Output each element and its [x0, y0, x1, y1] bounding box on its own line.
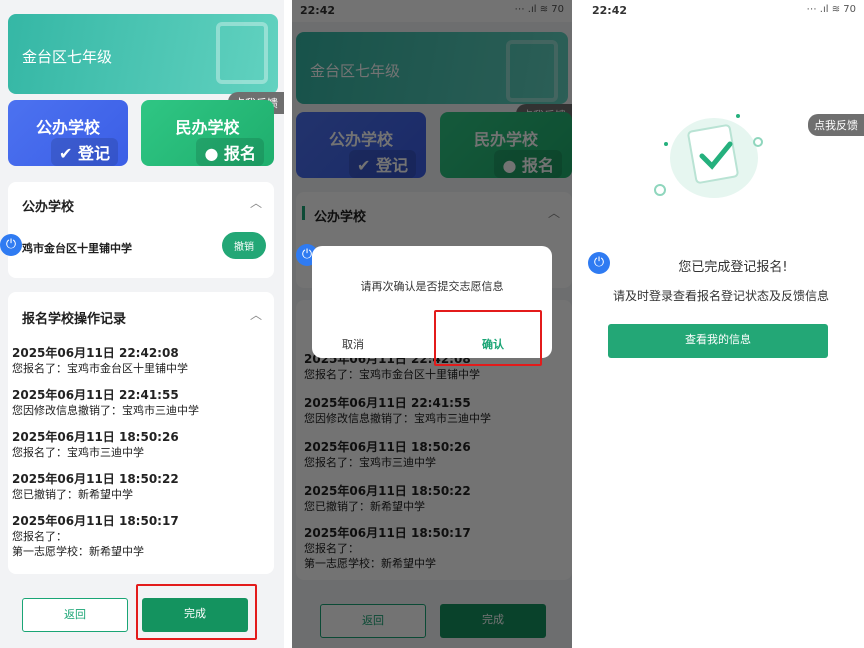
success-screen: 22:42 ⋯ .ıl ≋ 70 点我反馈 ⏻ 您已完成登记报名! 请及时登录查… [578, 0, 864, 648]
signal-wifi-battery-icon: ⋯ .ıl ≋ 70 [806, 4, 856, 15]
register-label: 登记 [77, 144, 110, 163]
check-icon: ✔ [59, 144, 73, 163]
back-button[interactable]: 返回 [22, 598, 128, 632]
selected-school-name: 鸡市金台区十里铺中学 [22, 242, 132, 255]
grade-banner: 金台区七年级 [8, 14, 278, 94]
success-subtitle: 请及时登录查看报名登记状态及反馈信息 [612, 289, 829, 303]
private-school-card[interactable]: 民办学校 ● 报名 [141, 100, 274, 166]
dialog-cancel-button[interactable]: 取消 [342, 336, 364, 352]
view-my-info-button[interactable]: 查看我的信息 [608, 324, 828, 358]
highlight-box [136, 584, 257, 640]
apply-action[interactable]: ● 报名 [196, 138, 264, 166]
document-icon [216, 22, 268, 84]
records-card: 报名学校操作记录 ︿ 2025年06月11日 22:42:08 您报名了：宝鸡市… [8, 292, 274, 574]
public-school-name: 公办学校 [35, 118, 100, 137]
apply-label: 报名 [223, 144, 256, 163]
banner-title: 金台区七年级 [22, 48, 113, 66]
revoke-button[interactable]: 撤销 [222, 232, 266, 259]
dialog-message: 请再次确认是否提交志愿信息 [360, 280, 504, 293]
circle-icon: ● [204, 144, 219, 163]
form-screen: 金台区七年级 点我反馈 公办学校 ✔ 登记 民办学校 ● 报名 公办学校 ︿ 鸡… [0, 0, 284, 648]
record-item: 2025年06月11日 18:50:17 您报名了： 第一志愿学校：新希望中学 [12, 514, 179, 558]
register-action[interactable]: ✔ 登记 [51, 138, 118, 166]
status-time: 22:42 [592, 4, 628, 17]
record-item: 2025年06月11日 18:50:22 您已撤销了：新希望中学 [12, 472, 179, 501]
record-item: 2025年06月11日 22:41:55 您因修改信息撤销了：宝鸡市三迪中学 [12, 388, 199, 417]
highlight-box [434, 310, 542, 366]
public-section-title: 公办学校 [22, 200, 75, 215]
success-illustration [654, 114, 763, 198]
power-icon[interactable]: ⏻ [0, 234, 22, 256]
public-section-card: 公办学校 ︿ 鸡市金台区十里铺中学 撤销 [8, 182, 274, 278]
public-school-card[interactable]: 公办学校 ✔ 登记 [8, 100, 128, 166]
status-bar: 22:42 ⋯ .ıl ≋ 70 [578, 0, 864, 22]
private-school-name: 民办学校 [175, 118, 240, 137]
chevron-up-icon[interactable]: ︿ [250, 306, 262, 323]
records-title: 报名学校操作记录 [22, 312, 127, 327]
record-item: 2025年06月11日 22:42:08 您报名了：宝鸡市金台区十里铺中学 [12, 346, 188, 375]
record-item: 2025年06月11日 18:50:26 您报名了：宝鸡市三迪中学 [12, 430, 179, 459]
feedback-button[interactable]: 点我反馈 [808, 114, 864, 136]
chevron-up-icon[interactable]: ︿ [250, 194, 262, 211]
success-title: 您已完成登记报名! [678, 260, 788, 275]
confirm-screen: 22:42 ⋯ .ıl ≋ 70 金台区七年级 点我反馈 公办学校 ✔ 登记 民… [292, 0, 572, 648]
